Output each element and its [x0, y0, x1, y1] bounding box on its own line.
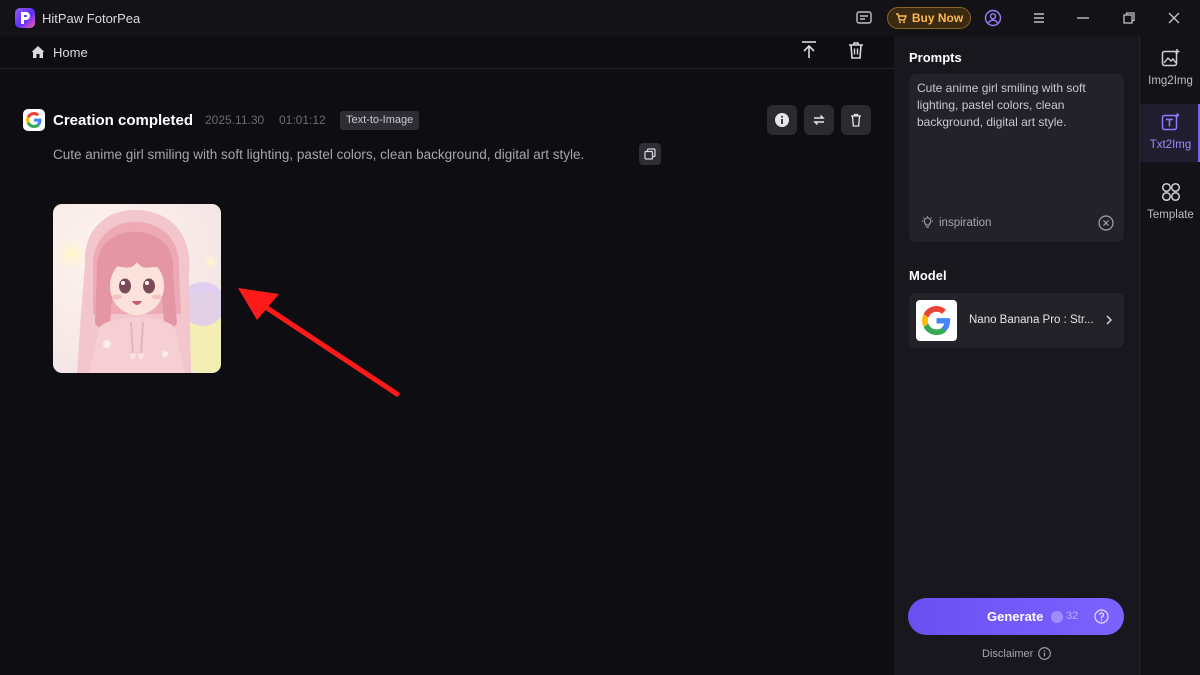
- menu-icon[interactable]: [1030, 9, 1048, 27]
- title-bar: HitPaw FotorPea Buy Now: [0, 0, 1200, 36]
- image-plus-icon: [1161, 49, 1180, 67]
- creation-status: Creation completed: [53, 112, 194, 129]
- sidebar-item-txt2img[interactable]: Txt2Img: [1140, 104, 1200, 162]
- breadcrumb: Home: [0, 36, 894, 69]
- annotation-arrow: [238, 288, 400, 397]
- copy-prompt-button[interactable]: [639, 143, 661, 165]
- coin-icon: [1051, 611, 1063, 623]
- model-heading: Model: [909, 268, 947, 283]
- info-icon: [775, 113, 789, 127]
- info-icon: [1038, 647, 1052, 660]
- mode-tag: Text-to-Image: [340, 111, 420, 130]
- regenerate-icon: [813, 114, 825, 126]
- feedback-icon[interactable]: [855, 9, 873, 27]
- template-icon: [1161, 182, 1181, 202]
- upload-icon[interactable]: [799, 40, 819, 60]
- google-logo-icon: [23, 109, 45, 131]
- home-icon[interactable]: [30, 44, 46, 60]
- delete-item-button[interactable]: [841, 105, 871, 135]
- creation-prompt: Cute anime girl smiling with soft lighti…: [53, 147, 585, 162]
- copy-icon: [644, 148, 656, 160]
- home-link[interactable]: Home: [53, 45, 88, 60]
- google-logo-icon: [916, 300, 957, 341]
- mode-sidebar: Img2Img Txt2Img Template: [1139, 36, 1200, 675]
- regenerate-button[interactable]: [804, 105, 834, 135]
- text-image-icon: [1161, 112, 1181, 131]
- buy-now-label: Buy Now: [911, 11, 964, 25]
- generate-label: Generate: [987, 609, 1044, 624]
- cart-icon: [895, 13, 907, 24]
- disclaimer-link[interactable]: Disclaimer: [982, 647, 1052, 660]
- generate-cost: 32: [1066, 610, 1079, 622]
- sidebar-item-template[interactable]: Template: [1140, 174, 1200, 232]
- inspiration-button[interactable]: inspiration: [921, 216, 991, 229]
- sidebar-item-img2img[interactable]: Img2Img: [1140, 40, 1200, 98]
- app-title: HitPaw FotorPea: [42, 11, 141, 26]
- clear-prompt-icon[interactable]: [1098, 215, 1114, 231]
- anime-girl-image: [55, 209, 221, 373]
- creation-time: 01:01:12: [279, 113, 326, 127]
- buy-now-button[interactable]: Buy Now: [887, 7, 971, 29]
- info-button[interactable]: [767, 105, 797, 135]
- chevron-right-icon: [1106, 315, 1112, 325]
- sidebar-item-label: Template: [1147, 209, 1194, 221]
- account-icon[interactable]: [984, 9, 1002, 27]
- prompt-input-value: Cute anime girl smiling with soft lighti…: [917, 81, 1086, 129]
- prompt-input[interactable]: Cute anime girl smiling with soft lighti…: [909, 74, 1124, 242]
- sidebar-item-label: Txt2Img: [1149, 139, 1192, 151]
- inspiration-label: inspiration: [939, 216, 992, 229]
- prompts-heading: Prompts: [909, 50, 962, 65]
- disclaimer-label: Disclaimer: [982, 647, 1034, 660]
- app-logo-icon: [15, 8, 35, 28]
- generate-button[interactable]: Generate 32: [908, 598, 1124, 635]
- trash-icon: [851, 113, 861, 127]
- generated-image-thumbnail[interactable]: [53, 204, 221, 373]
- model-name: Nano Banana Pro : Str...: [969, 314, 1094, 326]
- close-icon[interactable]: [1165, 9, 1183, 27]
- sidebar-item-label: Img2Img: [1148, 75, 1193, 87]
- creation-date: 2025.11.30: [205, 113, 265, 127]
- trash-icon[interactable]: [846, 40, 866, 60]
- restore-icon[interactable]: [1120, 9, 1138, 27]
- lightbulb-icon: [922, 216, 933, 228]
- settings-panel: Prompts Cute anime girl smiling with sof…: [894, 36, 1139, 675]
- help-icon[interactable]: [1094, 609, 1109, 624]
- model-selector[interactable]: Nano Banana Pro : Str...: [909, 293, 1124, 348]
- minimize-icon[interactable]: [1074, 9, 1092, 27]
